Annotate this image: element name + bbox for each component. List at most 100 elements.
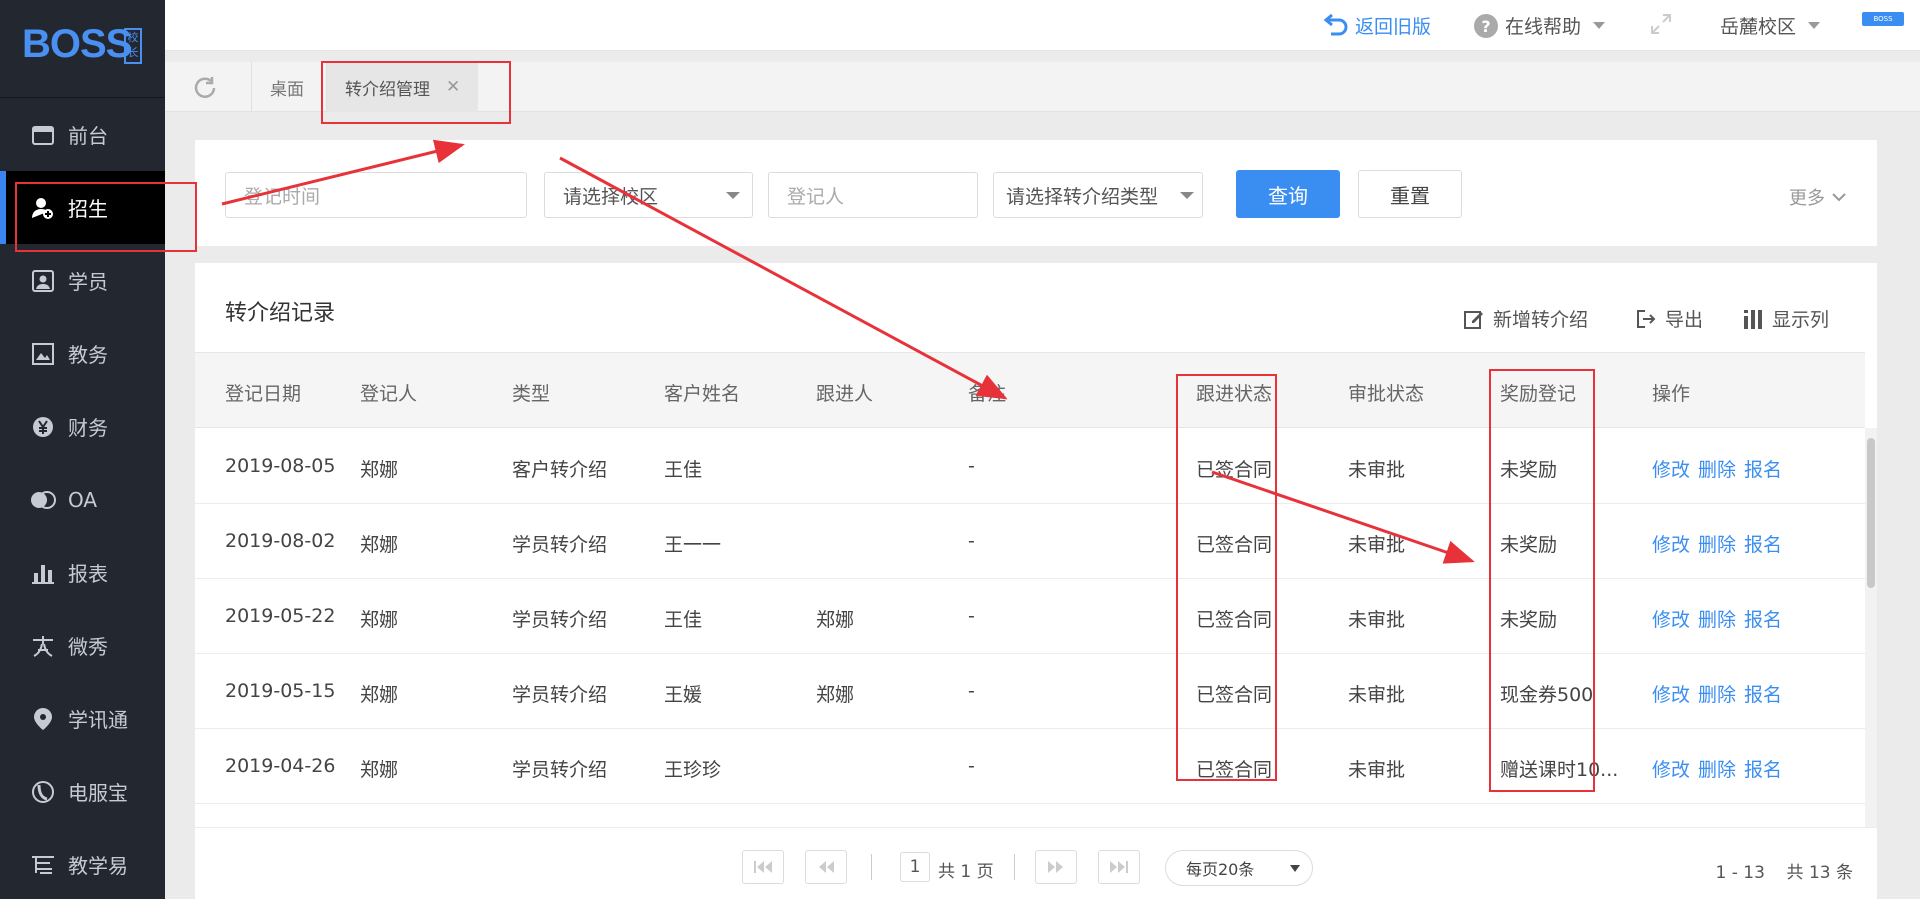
page-number-input[interactable]: 1: [900, 852, 930, 882]
approval-status-link[interactable]: 未审批: [1348, 455, 1405, 482]
page-size-value: 每页20条: [1186, 860, 1255, 879]
edit-link[interactable]: 修改: [1652, 759, 1690, 781]
reward-status-link[interactable]: 未奖励: [1500, 605, 1557, 632]
row-operations: 修改 删除 报名: [1652, 755, 1790, 782]
back-old-version-link[interactable]: 返回旧版: [1323, 12, 1431, 39]
close-icon[interactable]: ✕: [446, 77, 460, 97]
top-bar: 返回旧版 ? 在线帮助 岳麓校区 BOSS: [165, 0, 1920, 51]
sidebar-item-caiwu[interactable]: 财务: [0, 390, 165, 463]
help-icon: ?: [1473, 13, 1499, 39]
delete-link[interactable]: 删除: [1698, 459, 1736, 481]
delete-link[interactable]: 删除: [1698, 684, 1736, 706]
first-page-button[interactable]: [742, 850, 784, 884]
sidebar-item-xuexuntong[interactable]: 学讯通: [0, 682, 165, 755]
approval-status-link[interactable]: 未审批: [1348, 530, 1405, 557]
page-size-select[interactable]: 每页20条: [1165, 850, 1313, 886]
sidebar-item-zhaosheng[interactable]: 招生: [0, 171, 165, 244]
edit-link[interactable]: 修改: [1652, 534, 1690, 556]
header-registrar[interactable]: 登记人: [360, 379, 417, 406]
cell-type: 学员转介绍: [512, 684, 608, 706]
registrar-input[interactable]: 登记人: [768, 172, 978, 218]
add-referral-button[interactable]: 新增转介绍: [1463, 305, 1588, 332]
delete-link[interactable]: 删除: [1698, 609, 1736, 631]
fullscreen-button[interactable]: [1649, 12, 1679, 36]
sidebar-item-weixiu[interactable]: 微秀: [0, 609, 165, 682]
header-operations: 操作: [1652, 383, 1691, 405]
reward-status-link[interactable]: 未奖励: [1500, 530, 1557, 557]
delete-link[interactable]: 删除: [1698, 534, 1736, 556]
export-icon: [1635, 308, 1657, 330]
table-scrollbar[interactable]: [1865, 428, 1877, 828]
first-page-icon: [754, 861, 772, 873]
approval-status-link[interactable]: 未审批: [1348, 680, 1405, 707]
sidebar-item-qiantai[interactable]: 前台: [0, 98, 165, 171]
enroll-link[interactable]: 报名: [1744, 459, 1782, 481]
last-page-button[interactable]: [1098, 850, 1140, 884]
cell-customer: 王珍珍: [664, 759, 722, 781]
campus-select[interactable]: 请选择校区: [544, 172, 753, 218]
campus-switcher[interactable]: 岳麓校区: [1720, 12, 1821, 39]
jiaoxueyi-icon: [30, 852, 56, 878]
enroll-link[interactable]: 报名: [1744, 609, 1782, 631]
header-follower[interactable]: 跟进人: [816, 379, 873, 406]
reset-button[interactable]: 重置: [1358, 170, 1462, 218]
cell-customer: 王佳: [664, 459, 703, 481]
oa-icon: [30, 487, 56, 513]
export-button[interactable]: 导出: [1635, 305, 1703, 332]
header-note[interactable]: 备注: [968, 379, 1006, 406]
sidebar-item-label: 微秀: [68, 635, 108, 659]
export-label: 导出: [1665, 309, 1704, 331]
online-help-menu[interactable]: ? 在线帮助: [1473, 12, 1606, 39]
reward-status-link[interactable]: 未奖励: [1500, 455, 1557, 482]
edit-link[interactable]: 修改: [1652, 459, 1690, 481]
cell-registrar: 郑娜: [360, 609, 399, 631]
table-row: 2019-08-05 郑娜 客户转介绍 王佳 - 已签合同 未审批 未奖励 修改…: [195, 429, 1865, 504]
approval-status-link[interactable]: 未审批: [1348, 755, 1405, 782]
prev-page-button[interactable]: [805, 850, 847, 884]
add-referral-label: 新增转介绍: [1493, 309, 1589, 331]
sidebar: BOSS 校长 前台 招生 学员 教务 财务 OA 报表 微秀 学讯通 电服宝 …: [0, 0, 165, 899]
enroll-link[interactable]: 报名: [1744, 684, 1782, 706]
sidebar-item-label: 报表: [68, 562, 108, 586]
cell-registrar: 郑娜: [360, 534, 399, 556]
sidebar-item-label: 电服宝: [68, 781, 128, 805]
header-approval-status[interactable]: 审批状态: [1348, 379, 1424, 406]
enroll-link[interactable]: 报名: [1744, 759, 1782, 781]
sidebar-item-jiaoxueyi[interactable]: 教学易: [0, 828, 165, 899]
header-reward-registration[interactable]: 奖励登记: [1500, 379, 1576, 406]
approval-status-link[interactable]: 未审批: [1348, 605, 1405, 632]
scrollbar-thumb[interactable]: [1867, 438, 1875, 588]
row-operations: 修改 删除 报名: [1652, 605, 1790, 632]
reward-status-link[interactable]: 现金券500: [1500, 680, 1596, 707]
sidebar-item-oa[interactable]: OA: [0, 463, 165, 536]
display-columns-button[interactable]: 显示列: [1742, 305, 1829, 332]
edit-link[interactable]: 修改: [1652, 684, 1690, 706]
refresh-button[interactable]: [191, 74, 219, 106]
referral-type-select[interactable]: 请选择转介绍类型: [993, 172, 1203, 218]
tab-desktop[interactable]: 桌面: [251, 62, 322, 112]
refresh-icon: [194, 77, 216, 98]
header-follow-status[interactable]: 跟进状态: [1196, 379, 1272, 406]
enroll-link[interactable]: 报名: [1744, 534, 1782, 556]
chevron-down-icon: [1593, 22, 1606, 29]
register-date-input[interactable]: 登记时间: [225, 172, 527, 218]
sidebar-item-jiaowu[interactable]: 教务: [0, 317, 165, 390]
id-card-icon: [30, 268, 56, 294]
tab-referral-management[interactable]: 转介绍管理 ✕: [326, 62, 479, 112]
header-register-date[interactable]: 登记日期: [225, 379, 301, 406]
sidebar-item-dianfubao[interactable]: 电服宝: [0, 755, 165, 828]
edit-link[interactable]: 修改: [1652, 609, 1690, 631]
reward-status-link[interactable]: 赠送课时10...: [1500, 755, 1638, 782]
cell-note: -: [968, 680, 975, 702]
cell-follow-status: 已签合同: [1196, 684, 1273, 706]
table-row: 2019-08-02 郑娜 学员转介绍 王一一 - 已签合同 未审批 未奖励 修…: [195, 504, 1865, 579]
query-button[interactable]: 查询: [1236, 170, 1340, 218]
header-customer-name[interactable]: 客户姓名: [664, 379, 740, 406]
boss-badge[interactable]: BOSS: [1862, 12, 1904, 26]
sidebar-item-baobiao[interactable]: 报表: [0, 536, 165, 609]
next-page-button[interactable]: [1035, 850, 1077, 884]
more-filters-toggle[interactable]: 更多: [1789, 184, 1847, 210]
sidebar-item-xueyuan[interactable]: 学员: [0, 244, 165, 317]
header-type[interactable]: 类型: [512, 379, 550, 406]
delete-link[interactable]: 删除: [1698, 759, 1736, 781]
